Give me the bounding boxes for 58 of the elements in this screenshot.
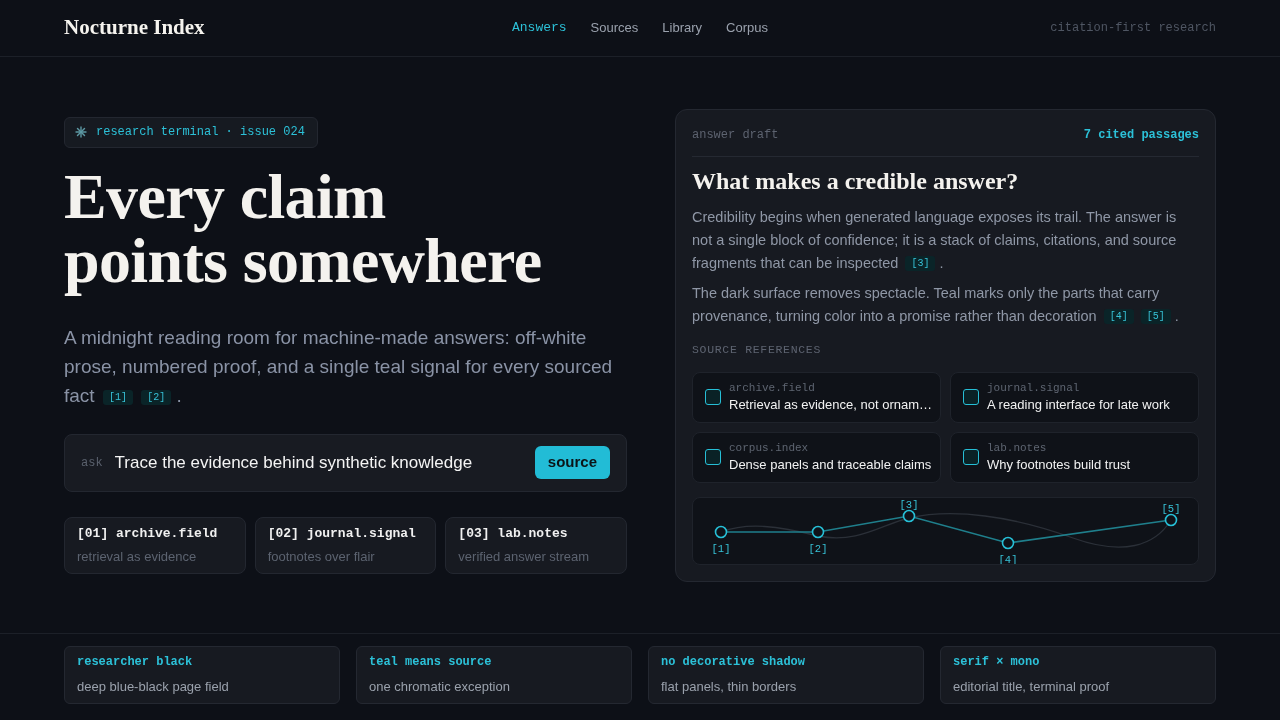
citation-link[interactable]: [3] bbox=[905, 255, 936, 271]
issue-badge-text: research terminal · issue 024 bbox=[96, 124, 305, 141]
source-button[interactable]: source bbox=[534, 446, 610, 479]
nav-tab[interactable]: Sources bbox=[590, 18, 639, 38]
principle-text: one chromatic exception bbox=[369, 678, 511, 697]
citation-label: [3] bbox=[899, 498, 919, 511]
source-summary-note: footnotes over flair bbox=[267, 548, 376, 566]
principle-title: teal means source bbox=[369, 654, 493, 672]
source-reference-card[interactable]: journal.signal A reading interface for late work bbox=[950, 371, 1199, 423]
source-reference-card[interactable]: corpus.index Dense panels and traceable claims bbox=[692, 431, 941, 483]
principle-text: flat panels, thin borders bbox=[661, 678, 798, 697]
source-summary-card[interactable]: [03] lab.notes verified answer stream bbox=[445, 516, 627, 574]
source-summary-title: [01] archive.field bbox=[77, 524, 219, 543]
references-heading: SOURCE REFERENCES bbox=[692, 341, 823, 358]
answer-paragraph: The dark surface removes spectacle. Teal marks only the parts that carry provenance, turning color into a promise rather than decoration [4] [5] . bbox=[692, 283, 1180, 326]
source-reference-card[interactable]: archive.field Retrieval as evidence, not ornam… bbox=[692, 371, 941, 423]
ask-label: ask bbox=[81, 454, 103, 472]
hero-lede: A midnight reading room for machine-made answers: off-white prose, numbered proof, and a single teal signal for every sourced fact [1] [2] . bbox=[64, 325, 614, 408]
source-summary-title: [02] journal.signal bbox=[267, 524, 417, 543]
principle-title: researcher black bbox=[77, 654, 194, 672]
cited-count: 7 cited passages bbox=[1083, 126, 1199, 144]
source-checkbox[interactable] bbox=[705, 389, 721, 405]
source-id: journal.signal bbox=[987, 380, 1081, 396]
nav-tab[interactable]: Library bbox=[662, 18, 703, 38]
ask-field[interactable]: ask Trace the evidence behind synthetic knowledge source bbox=[64, 433, 627, 492]
source-summary-card[interactable]: [01] archive.field retrieval as evidence bbox=[64, 516, 246, 574]
source-checkbox[interactable] bbox=[963, 389, 979, 405]
source-summary-card[interactable]: [02] journal.signal footnotes over flair bbox=[254, 516, 437, 574]
ask-input[interactable]: Trace the evidence behind synthetic knowledge bbox=[114, 449, 523, 476]
citation-link[interactable]: [2] bbox=[141, 389, 172, 405]
panel-label: answer draft bbox=[692, 126, 779, 144]
source-summary-title: [03] lab.notes bbox=[458, 524, 569, 543]
source-id: lab.notes bbox=[987, 440, 1048, 456]
principle-text: editorial title, terminal proof bbox=[953, 678, 1111, 697]
nav-tab[interactable]: Corpus bbox=[726, 18, 768, 38]
source-summary-note: verified answer stream bbox=[458, 548, 591, 566]
source-title: A reading interface for late work bbox=[987, 395, 1170, 414]
source-id: corpus.index bbox=[729, 440, 810, 456]
source-title: Dense panels and traceable claims bbox=[729, 455, 932, 474]
site-logo[interactable]: Nocturne Index bbox=[64, 12, 205, 44]
principle-title: serif × mono bbox=[953, 654, 1041, 672]
site-tagline: citation-first research bbox=[1050, 20, 1216, 37]
nav-tab[interactable]: Answers bbox=[512, 18, 567, 38]
answer-title: What makes a credible answer? bbox=[692, 166, 1020, 196]
asterisk-icon bbox=[75, 126, 87, 138]
source-checkbox[interactable] bbox=[963, 449, 979, 465]
citation-link[interactable]: [1] bbox=[102, 389, 133, 405]
principle-title: no decorative shadow bbox=[661, 654, 807, 672]
source-checkbox[interactable] bbox=[705, 449, 721, 465]
source-id: archive.field bbox=[729, 380, 816, 396]
answer-paragraph: Credibility begins when generated language exposes its trail. The answer is not a single block of confidence; it is a stack of claims, citations, and source fragments that can be inspected [3] . bbox=[692, 207, 1178, 273]
principle-text: deep blue-black page field bbox=[77, 678, 230, 697]
citation-link[interactable]: [4] bbox=[1103, 308, 1134, 324]
source-summary-note: retrieval as evidence bbox=[77, 548, 198, 566]
source-title: Why footnotes build trust bbox=[987, 455, 1131, 474]
citation-link[interactable]: [5] bbox=[1140, 308, 1171, 324]
source-reference-card[interactable]: lab.notes Why footnotes build trust bbox=[950, 431, 1199, 483]
source-title: Retrieval as evidence, not ornam… bbox=[729, 395, 933, 414]
